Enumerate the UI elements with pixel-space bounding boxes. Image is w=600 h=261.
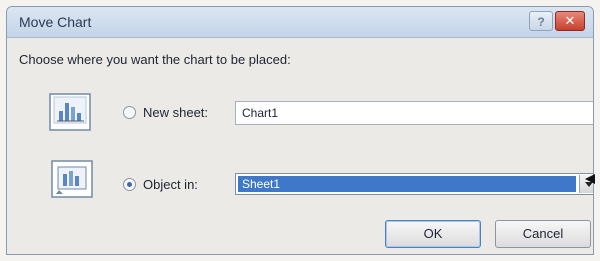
ok-button[interactable]: OK: [385, 220, 481, 248]
new-sheet-name-input[interactable]: [235, 101, 593, 125]
embedded-chart-icon: [51, 160, 93, 198]
object-in-selected-value: Sheet1: [238, 176, 576, 192]
close-button[interactable]: ✕: [555, 11, 585, 31]
arrow-pointer-icon: [585, 174, 595, 184]
chart-sheet-icon: [49, 93, 91, 131]
object-in-radio[interactable]: [123, 178, 136, 191]
new-sheet-label: New sheet:: [143, 105, 209, 120]
object-in-dropdown[interactable]: Sheet1: [235, 173, 593, 195]
cancel-button[interactable]: Cancel: [495, 220, 591, 248]
title-bar: Move Chart ? ✕: [7, 7, 593, 38]
move-chart-dialog: Move Chart ? ✕ Choose where you want the…: [6, 6, 594, 255]
object-in-label: Object in:: [143, 177, 198, 192]
placement-prompt: Choose where you want the chart to be pl…: [19, 52, 291, 67]
dialog-title: Move Chart: [19, 14, 92, 30]
help-button[interactable]: ?: [529, 11, 553, 31]
new-sheet-radio[interactable]: [123, 106, 136, 119]
